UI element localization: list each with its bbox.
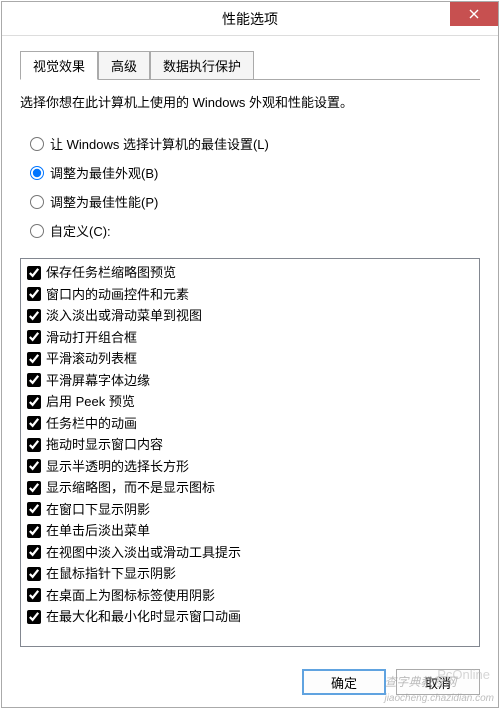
check-input-12[interactable] (27, 524, 41, 538)
check-input-15[interactable] (27, 588, 41, 602)
check-label-13: 在视图中淡入淡出或滑动工具提示 (46, 543, 241, 563)
tab-strip: 视觉效果高级数据执行保护 (20, 50, 480, 80)
tab-2[interactable]: 数据执行保护 (150, 51, 254, 80)
check-label-8: 拖动时显示窗口内容 (46, 435, 163, 455)
radio-group: 让 Windows 选择计算机的最佳设置(L) 调整为最佳外观(B) 调整为最佳性能… (30, 134, 480, 250)
radio-option-1[interactable]: 调整为最佳外观(B) (30, 163, 480, 182)
check-option-9[interactable]: 显示半透明的选择长方形 (27, 457, 473, 477)
radio-label-3: 自定义(C): (50, 221, 111, 240)
check-input-0[interactable] (27, 266, 41, 280)
check-input-13[interactable] (27, 545, 41, 559)
radio-label-2: 调整为最佳性能(P) (50, 192, 158, 211)
check-input-10[interactable] (27, 481, 41, 495)
check-input-16[interactable] (27, 610, 41, 624)
check-option-14[interactable]: 在鼠标指针下显示阴影 (27, 564, 473, 584)
check-label-12: 在单击后淡出菜单 (46, 521, 150, 541)
close-button[interactable] (450, 2, 498, 26)
cancel-button[interactable]: 取消 (396, 669, 480, 695)
radio-input-3[interactable] (30, 224, 44, 238)
check-input-14[interactable] (27, 567, 41, 581)
check-input-4[interactable] (27, 352, 41, 366)
check-label-10: 显示缩略图，而不是显示图标 (46, 478, 215, 498)
check-option-13[interactable]: 在视图中淡入淡出或滑动工具提示 (27, 543, 473, 563)
radio-option-0[interactable]: 让 Windows 选择计算机的最佳设置(L) (30, 134, 480, 153)
check-input-6[interactable] (27, 395, 41, 409)
performance-options-dialog: 性能选项 视觉效果高级数据执行保护 选择你想在此计算机上使用的 Windows … (1, 1, 499, 708)
check-input-2[interactable] (27, 309, 41, 323)
check-option-0[interactable]: 保存任务栏缩略图预览 (27, 263, 473, 283)
check-option-3[interactable]: 滑动打开组合框 (27, 328, 473, 348)
check-label-6: 启用 Peek 预览 (46, 392, 135, 412)
check-option-5[interactable]: 平滑屏幕字体边缘 (27, 371, 473, 391)
check-label-14: 在鼠标指针下显示阴影 (46, 564, 176, 584)
window-title: 性能选项 (2, 9, 498, 29)
titlebar: 性能选项 (2, 2, 498, 36)
description-text: 选择你想在此计算机上使用的 Windows 外观和性能设置。 (20, 94, 480, 112)
check-label-2: 淡入淡出或滑动菜单到视图 (46, 306, 202, 326)
check-option-2[interactable]: 淡入淡出或滑动菜单到视图 (27, 306, 473, 326)
radio-input-2[interactable] (30, 195, 44, 209)
check-option-1[interactable]: 窗口内的动画控件和元素 (27, 285, 473, 305)
check-input-1[interactable] (27, 287, 41, 301)
tab-1[interactable]: 高级 (98, 51, 150, 80)
tab-0[interactable]: 视觉效果 (20, 51, 98, 80)
check-option-16[interactable]: 在最大化和最小化时显示窗口动画 (27, 607, 473, 627)
check-label-7: 任务栏中的动画 (46, 414, 137, 434)
check-option-6[interactable]: 启用 Peek 预览 (27, 392, 473, 412)
check-option-12[interactable]: 在单击后淡出菜单 (27, 521, 473, 541)
check-label-4: 平滑滚动列表框 (46, 349, 137, 369)
close-icon (469, 9, 479, 19)
check-input-3[interactable] (27, 330, 41, 344)
check-input-11[interactable] (27, 502, 41, 516)
check-input-7[interactable] (27, 416, 41, 430)
check-option-4[interactable]: 平滑滚动列表框 (27, 349, 473, 369)
radio-option-3[interactable]: 自定义(C): (30, 221, 480, 240)
ok-button[interactable]: 确定 (302, 669, 386, 695)
radio-input-0[interactable] (30, 137, 44, 151)
radio-input-1[interactable] (30, 166, 44, 180)
radio-option-2[interactable]: 调整为最佳性能(P) (30, 192, 480, 211)
check-input-8[interactable] (27, 438, 41, 452)
check-label-5: 平滑屏幕字体边缘 (46, 371, 150, 391)
effects-checklist: 保存任务栏缩略图预览窗口内的动画控件和元素淡入淡出或滑动菜单到视图滑动打开组合框… (20, 258, 480, 647)
check-label-1: 窗口内的动画控件和元素 (46, 285, 189, 305)
radio-label-0: 让 Windows 选择计算机的最佳设置(L) (50, 134, 269, 153)
check-input-5[interactable] (27, 373, 41, 387)
check-label-16: 在最大化和最小化时显示窗口动画 (46, 607, 241, 627)
check-label-11: 在窗口下显示阴影 (46, 500, 150, 520)
check-option-10[interactable]: 显示缩略图，而不是显示图标 (27, 478, 473, 498)
check-label-3: 滑动打开组合框 (46, 328, 137, 348)
dialog-footer: 确定 取消 (2, 657, 498, 707)
check-option-15[interactable]: 在桌面上为图标标签使用阴影 (27, 586, 473, 606)
check-label-15: 在桌面上为图标标签使用阴影 (46, 586, 215, 606)
radio-label-1: 调整为最佳外观(B) (50, 163, 158, 182)
check-option-11[interactable]: 在窗口下显示阴影 (27, 500, 473, 520)
check-option-8[interactable]: 拖动时显示窗口内容 (27, 435, 473, 455)
check-label-9: 显示半透明的选择长方形 (46, 457, 189, 477)
check-label-0: 保存任务栏缩略图预览 (46, 263, 176, 283)
check-input-9[interactable] (27, 459, 41, 473)
content-area: 视觉效果高级数据执行保护 选择你想在此计算机上使用的 Windows 外观和性能… (2, 36, 498, 657)
check-option-7[interactable]: 任务栏中的动画 (27, 414, 473, 434)
